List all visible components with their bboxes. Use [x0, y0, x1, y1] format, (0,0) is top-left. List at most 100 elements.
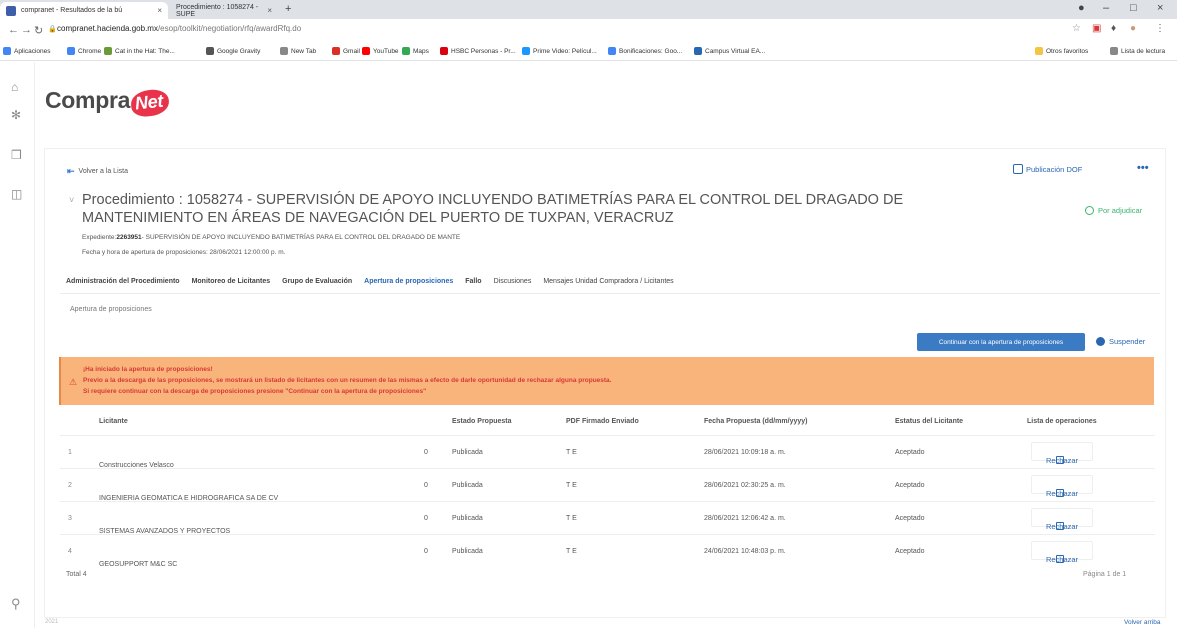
puzzle-icon[interactable]: ❒ — [11, 148, 22, 162]
tab-monitoreo[interactable]: Monitoreo de Licitantes — [192, 278, 271, 285]
url-field[interactable]: compranet.hacienda.gob.mx/esop/toolkit/n… — [57, 24, 301, 33]
reading-list-icon — [1110, 47, 1118, 55]
folder-icon — [1035, 47, 1043, 55]
tab-apertura[interactable]: Apertura de proposiciones — [364, 278, 453, 285]
bookmark-campus[interactable]: Campus Virtual EA... — [694, 47, 765, 55]
star-icon[interactable]: ☆ — [1072, 23, 1081, 34]
row-number: 3 — [68, 515, 72, 522]
logo-text: Compra — [45, 87, 131, 113]
bookmark-gmail[interactable]: Gmail — [332, 47, 360, 55]
licitante-name: GEOSUPPORT M&C SC — [99, 561, 178, 568]
reject-label: Rechazar — [1045, 489, 1079, 498]
row-fecha: 28/06/2021 12:06:42 a. m. — [704, 515, 786, 522]
row-count: 0 — [424, 482, 428, 489]
reject-button[interactable]: Rechazar — [1031, 442, 1093, 465]
col-licitante[interactable]: Licitante — [99, 418, 128, 425]
bookmark-aplicaciones[interactable]: Aplicaciones — [3, 47, 51, 55]
database-icon[interactable]: ◫ — [11, 187, 22, 201]
col-estado[interactable]: Estado Propuesta — [452, 418, 512, 425]
forward-icon[interactable]: → — [21, 24, 32, 36]
minimize-icon[interactable]: – — [1103, 2, 1109, 14]
pdf-icon — [1013, 164, 1023, 174]
bookmark-youtube[interactable]: YouTube — [362, 47, 399, 55]
gmail-icon — [332, 47, 340, 55]
home-icon[interactable]: ⌂ — [11, 80, 18, 94]
col-fecha[interactable]: Fecha Propuesta (dd/mm/yyyy) — [704, 418, 807, 425]
tab-fallo[interactable]: Fallo — [465, 278, 481, 285]
extension-icon[interactable]: ▣ — [1092, 23, 1101, 34]
fecha-apertura: Fecha y hora de apertura de proposicione… — [82, 249, 286, 256]
reject-button[interactable]: Rechazar — [1031, 508, 1093, 531]
table-row: 1 Construcciones Velasco ↗ 0 Publicada T … — [60, 435, 1155, 469]
continue-opening-button[interactable]: Continuar con la apertura de proposicion… — [917, 333, 1085, 351]
bookmark-gravity[interactable]: Google Gravity — [206, 47, 260, 55]
back-to-list-link[interactable]: ⇤ Volver a la Lista — [67, 166, 128, 177]
close-window-icon[interactable]: × — [1157, 2, 1163, 14]
row-count: 0 — [424, 449, 428, 456]
back-label: Volver a la Lista — [78, 168, 128, 175]
table-row: 3 SISTEMAS AVANZADOS Y PROYECTOS ↗ 0 Publ… — [60, 501, 1155, 535]
tab-grupo-evaluacion[interactable]: Grupo de Evaluación — [282, 278, 352, 285]
back-icon[interactable]: ← — [8, 24, 19, 36]
publicacion-dof-link[interactable]: Publicación DOF — [1013, 164, 1082, 174]
url-host: compranet.hacienda.gob.mx — [57, 24, 158, 33]
tab-administracion[interactable]: Administración del Procedimiento — [66, 278, 180, 285]
reload-icon[interactable]: ↻ — [34, 24, 43, 37]
bookmark-lista[interactable]: Lista de lectura — [1110, 47, 1165, 55]
bookmark-chrome[interactable]: Chrome — [67, 47, 101, 55]
globe-icon — [280, 47, 288, 55]
tab-close-icon[interactable]: × — [157, 6, 162, 15]
subtab-apertura[interactable]: Apertura de proposiciones — [70, 306, 152, 313]
network-icon[interactable]: ✻ — [11, 108, 21, 122]
reject-button[interactable]: Rechazar — [1031, 475, 1093, 498]
left-rail: ⌂ ✻ ❒ ◫ — [0, 62, 35, 628]
suspend-button[interactable]: Suspender — [1096, 337, 1145, 346]
row-pdf: T E — [566, 515, 577, 522]
tab-close-icon[interactable]: × — [267, 6, 272, 15]
tab-discusiones[interactable]: Discusiones — [494, 278, 532, 285]
more-options-icon[interactable]: ••• — [1137, 162, 1149, 174]
play-icon — [608, 47, 616, 55]
bookmark-hsbc[interactable]: HSBC Personas - Pr... — [440, 47, 516, 55]
bookmark-maps[interactable]: Maps — [402, 47, 429, 55]
puzzle-icon[interactable]: ♦ — [1111, 23, 1116, 34]
bookmark-label: New Tab — [291, 47, 317, 55]
new-tab-icon[interactable]: + — [285, 3, 291, 15]
compranet-favicon-icon — [6, 5, 16, 16]
bookmark-label: Maps — [413, 47, 429, 55]
col-estatus[interactable]: Estatus del Licitante — [895, 418, 963, 425]
expediente-number: 2263951 — [116, 234, 142, 241]
bookmark-cat[interactable]: Cat in the Hat: The... — [104, 47, 175, 55]
bookmark-otros[interactable]: Otros favoritos — [1035, 47, 1088, 55]
reject-button[interactable]: Rechazar — [1031, 541, 1093, 564]
bookmark-newtab[interactable]: New Tab — [280, 47, 316, 55]
back-to-top-link[interactable]: Volver arriba — [1124, 619, 1161, 626]
browser-tab-procedimiento[interactable]: Procedimiento : 1058274 - SUPE × — [170, 2, 278, 19]
bookmark-label: Cat in the Hat: The... — [115, 47, 175, 55]
avatar[interactable]: ● — [1130, 23, 1136, 34]
site-icon — [206, 47, 214, 55]
row-estado: Publicada — [452, 482, 483, 489]
tab-mensajes[interactable]: Mensajes Unidad Compradora / Licitantes — [543, 278, 673, 285]
external-link-icon: ↗ — [101, 562, 107, 568]
bookmark-label: Gmail — [343, 47, 360, 55]
menu-icon[interactable]: ⋮ — [1155, 23, 1165, 34]
bookmark-label: Aplicaciones — [14, 47, 51, 55]
status-label: Por adjudicar — [1098, 206, 1143, 215]
browser-tab-compranet[interactable]: compranet - Resultados de la bú × — [0, 2, 168, 19]
bookmark-bonificaciones[interactable]: Bonificaciones: Goo... — [608, 47, 682, 55]
tab-title: compranet - Resultados de la bú — [21, 7, 123, 14]
bookmark-label: Chrome — [78, 47, 102, 55]
apps-icon — [3, 47, 11, 55]
page-title: Procedimiento : 1058274 - SUPERVISIÓN DE… — [82, 192, 904, 226]
collapse-caret-icon[interactable]: ˅ — [69, 195, 74, 205]
restore-icon[interactable]: □ — [1130, 2, 1137, 14]
url-path: /esop/toolkit/negotiation/rfq/awardRfq.d… — [157, 24, 302, 33]
suspend-icon — [1096, 337, 1105, 346]
procedure-tabs: Administración del Procedimiento Monitor… — [66, 278, 674, 285]
col-pdf[interactable]: PDF Firmado Enviado — [566, 418, 639, 425]
profile-icon[interactable]: ● — [1078, 2, 1085, 14]
bookmark-prime[interactable]: Prime Video: Películ... — [522, 47, 597, 55]
reject-label: Rechazar — [1045, 522, 1079, 531]
search-icon[interactable]: ⚲ — [11, 596, 21, 612]
